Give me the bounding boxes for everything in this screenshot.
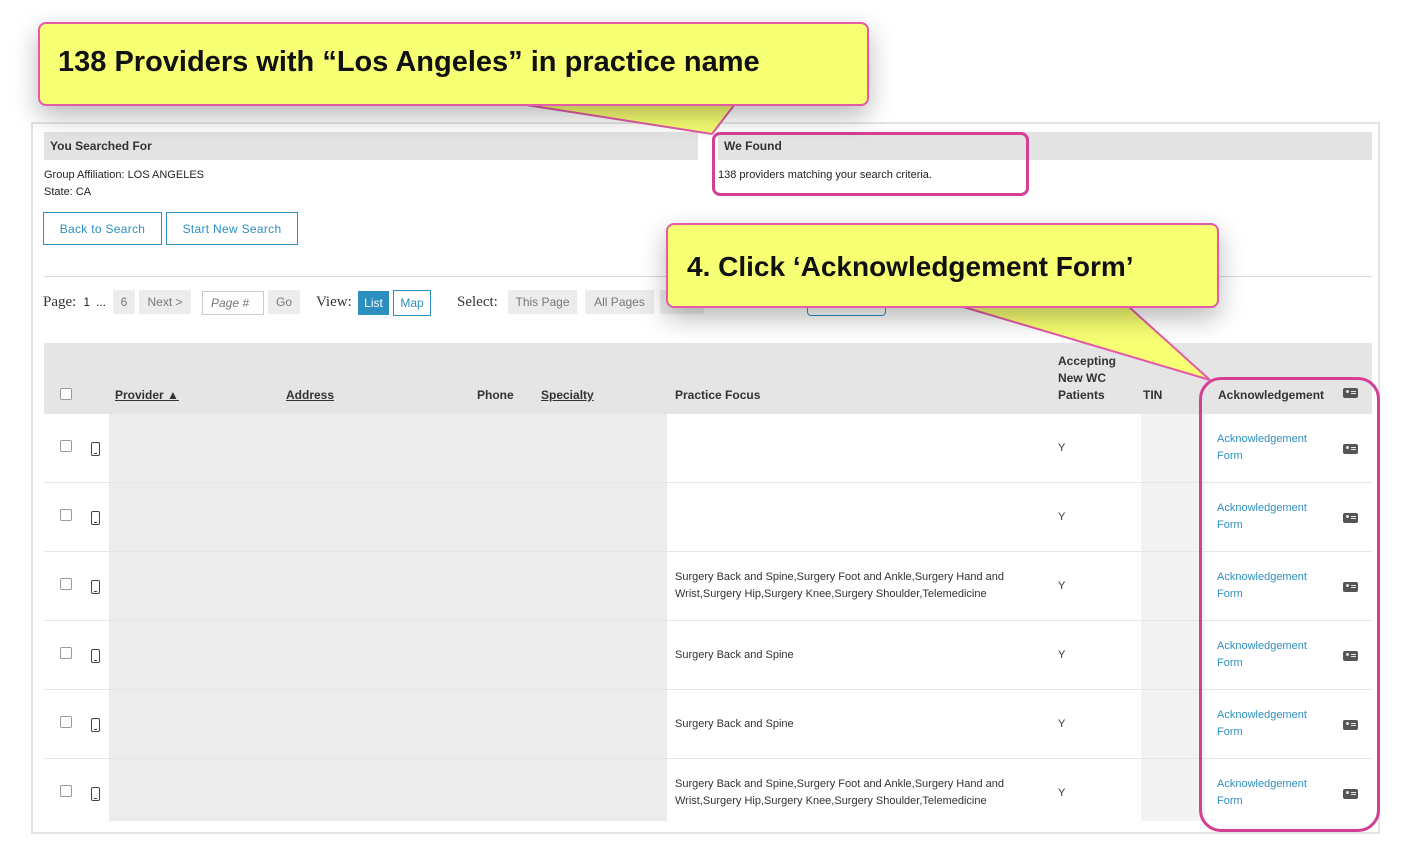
providers-count-callout: 138 Providers with “Los Angeles” in prac…	[38, 22, 869, 106]
click-acknowledgement-callout: 4. Click ‘Acknowledgement Form’	[666, 223, 1219, 308]
step-callout-pointer	[959, 305, 1211, 381]
callout-pointers	[519, 103, 1211, 381]
top-callout-pointer	[519, 103, 736, 135]
